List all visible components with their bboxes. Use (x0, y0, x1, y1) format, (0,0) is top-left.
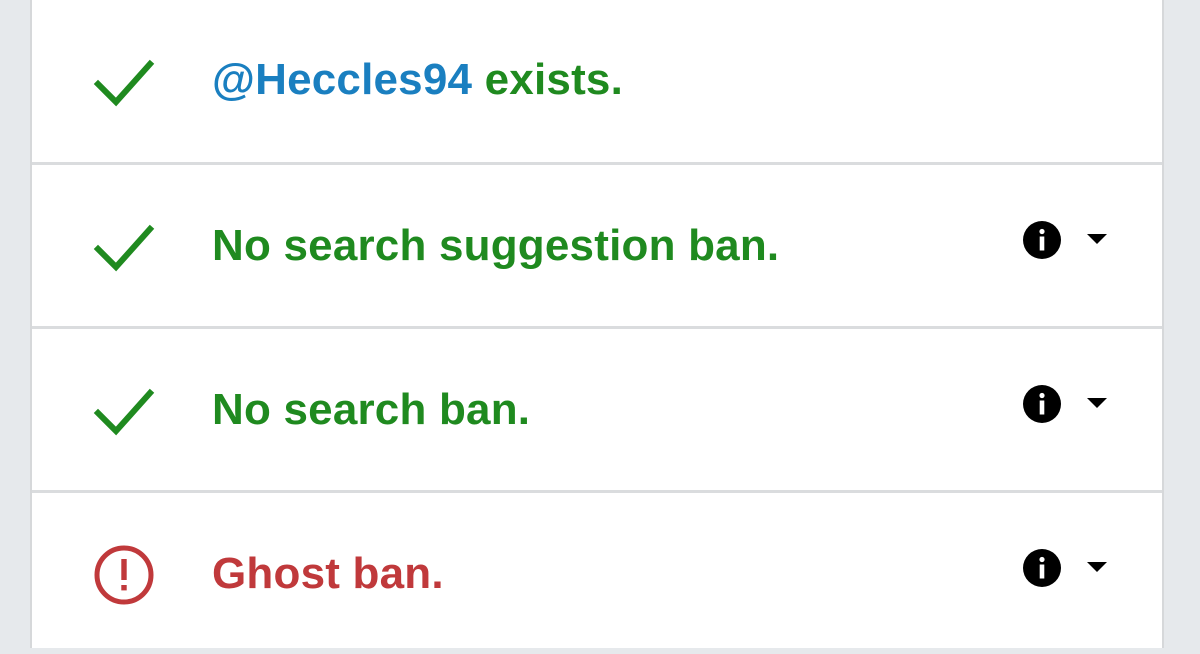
result-row-search-suggestion-ban: No search suggestion ban. (32, 162, 1162, 326)
user-handle[interactable]: @Heccles94 (212, 55, 472, 104)
info-icon[interactable] (1023, 385, 1061, 423)
info-icon[interactable] (1023, 549, 1061, 587)
checkmark-icon (93, 59, 155, 107)
caret-down-icon[interactable] (1086, 233, 1108, 245)
caret-down-icon[interactable] (1086, 561, 1108, 573)
result-label-search-suggestion-ban: No search suggestion ban. (212, 221, 780, 270)
info-icon[interactable] (1023, 221, 1061, 259)
result-row-exists: @Heccles94 exists. (32, 0, 1162, 162)
checkmark-icon (93, 388, 155, 436)
result-label-ghost-ban: Ghost ban. (212, 549, 444, 598)
shadowban-results-panel: @Heccles94 exists. No search suggestion … (30, 0, 1164, 648)
exclamation-circle-icon (94, 545, 154, 605)
result-label-exists: @Heccles94 exists. (212, 54, 623, 106)
caret-down-icon[interactable] (1086, 397, 1108, 409)
result-label-search-ban: No search ban. (212, 385, 531, 434)
checkmark-icon (93, 224, 155, 272)
exists-text: exists. (472, 55, 624, 104)
result-row-ghost-ban: Ghost ban. (32, 490, 1162, 654)
result-row-search-ban: No search ban. (32, 326, 1162, 490)
